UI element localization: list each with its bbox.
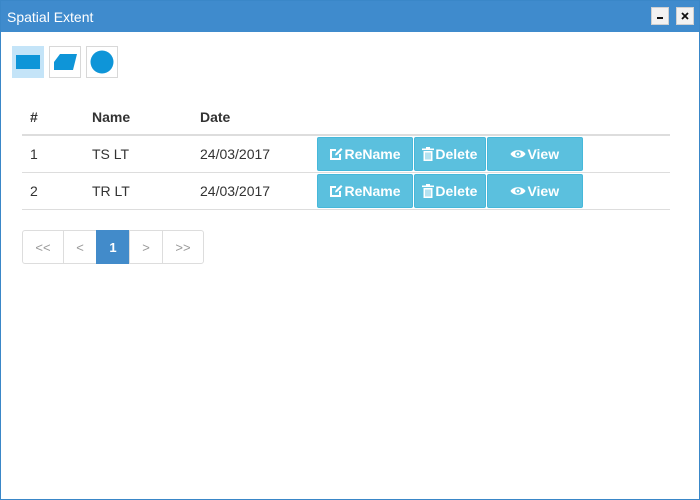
minimize-button[interactable] — [651, 7, 669, 25]
eye-icon — [510, 150, 526, 158]
delete-label: Delete — [435, 146, 478, 162]
row-date: 24/03/2017 — [192, 172, 317, 210]
view-button[interactable]: View — [486, 174, 583, 208]
page-first-button[interactable]: << — [22, 230, 64, 264]
page-next-button[interactable]: > — [129, 230, 163, 264]
table-row: 1 TS LT 24/03/2017 ReName Delete View — [22, 135, 670, 173]
view-label: View — [527, 146, 560, 162]
rename-button[interactable]: ReName — [317, 174, 413, 208]
trash-icon — [422, 147, 435, 161]
view-label: View — [527, 183, 560, 199]
row-name: TS LT — [84, 135, 192, 173]
column-header-actions — [317, 99, 670, 136]
delete-label: Delete — [435, 183, 478, 199]
draw-circle-button[interactable] — [86, 46, 118, 78]
delete-button[interactable]: Delete — [413, 174, 486, 208]
window-titlebar[interactable]: Spatial Extent — [1, 1, 699, 32]
column-header-number: # — [22, 99, 84, 136]
edit-icon — [330, 148, 343, 160]
column-header-name: Name — [84, 99, 192, 136]
rename-label: ReName — [344, 183, 401, 199]
table-row: 2 TR LT 24/03/2017 ReName Delete View — [22, 172, 670, 210]
column-header-date: Date — [192, 99, 317, 136]
page-last-button[interactable]: >> — [162, 230, 204, 264]
draw-rectangle-button[interactable] — [12, 46, 44, 78]
view-button[interactable]: View — [486, 137, 583, 171]
pagination: << < 1 > >> — [22, 230, 204, 264]
row-actions: ReName Delete View — [317, 172, 670, 210]
polygon-icon — [54, 54, 77, 70]
row-number: 1 — [22, 135, 84, 173]
circle-icon — [90, 50, 114, 74]
draw-polygon-button[interactable] — [49, 46, 81, 78]
close-icon — [681, 12, 689, 20]
extent-table: # Name Date 1 TS LT 24/03/2017 ReName De… — [22, 99, 670, 210]
row-date: 24/03/2017 — [192, 135, 317, 173]
rectangle-icon — [16, 55, 40, 69]
spatial-extent-window: Spatial Extent # Name Date 1 TS LT 24/03… — [0, 0, 700, 500]
close-button[interactable] — [676, 7, 694, 25]
table-header-row: # Name Date — [22, 99, 670, 136]
minimize-icon — [657, 17, 663, 19]
rename-button[interactable]: ReName — [317, 137, 413, 171]
row-name: TR LT — [84, 172, 192, 210]
page-prev-button[interactable]: < — [63, 230, 97, 264]
rename-label: ReName — [344, 146, 401, 162]
row-number: 2 — [22, 172, 84, 210]
eye-icon — [510, 187, 526, 195]
window-title: Spatial Extent — [7, 9, 94, 25]
page-current-button[interactable]: 1 — [96, 230, 130, 264]
delete-button[interactable]: Delete — [413, 137, 486, 171]
row-actions: ReName Delete View — [317, 135, 670, 173]
trash-icon — [422, 184, 435, 198]
edit-icon — [330, 185, 343, 197]
